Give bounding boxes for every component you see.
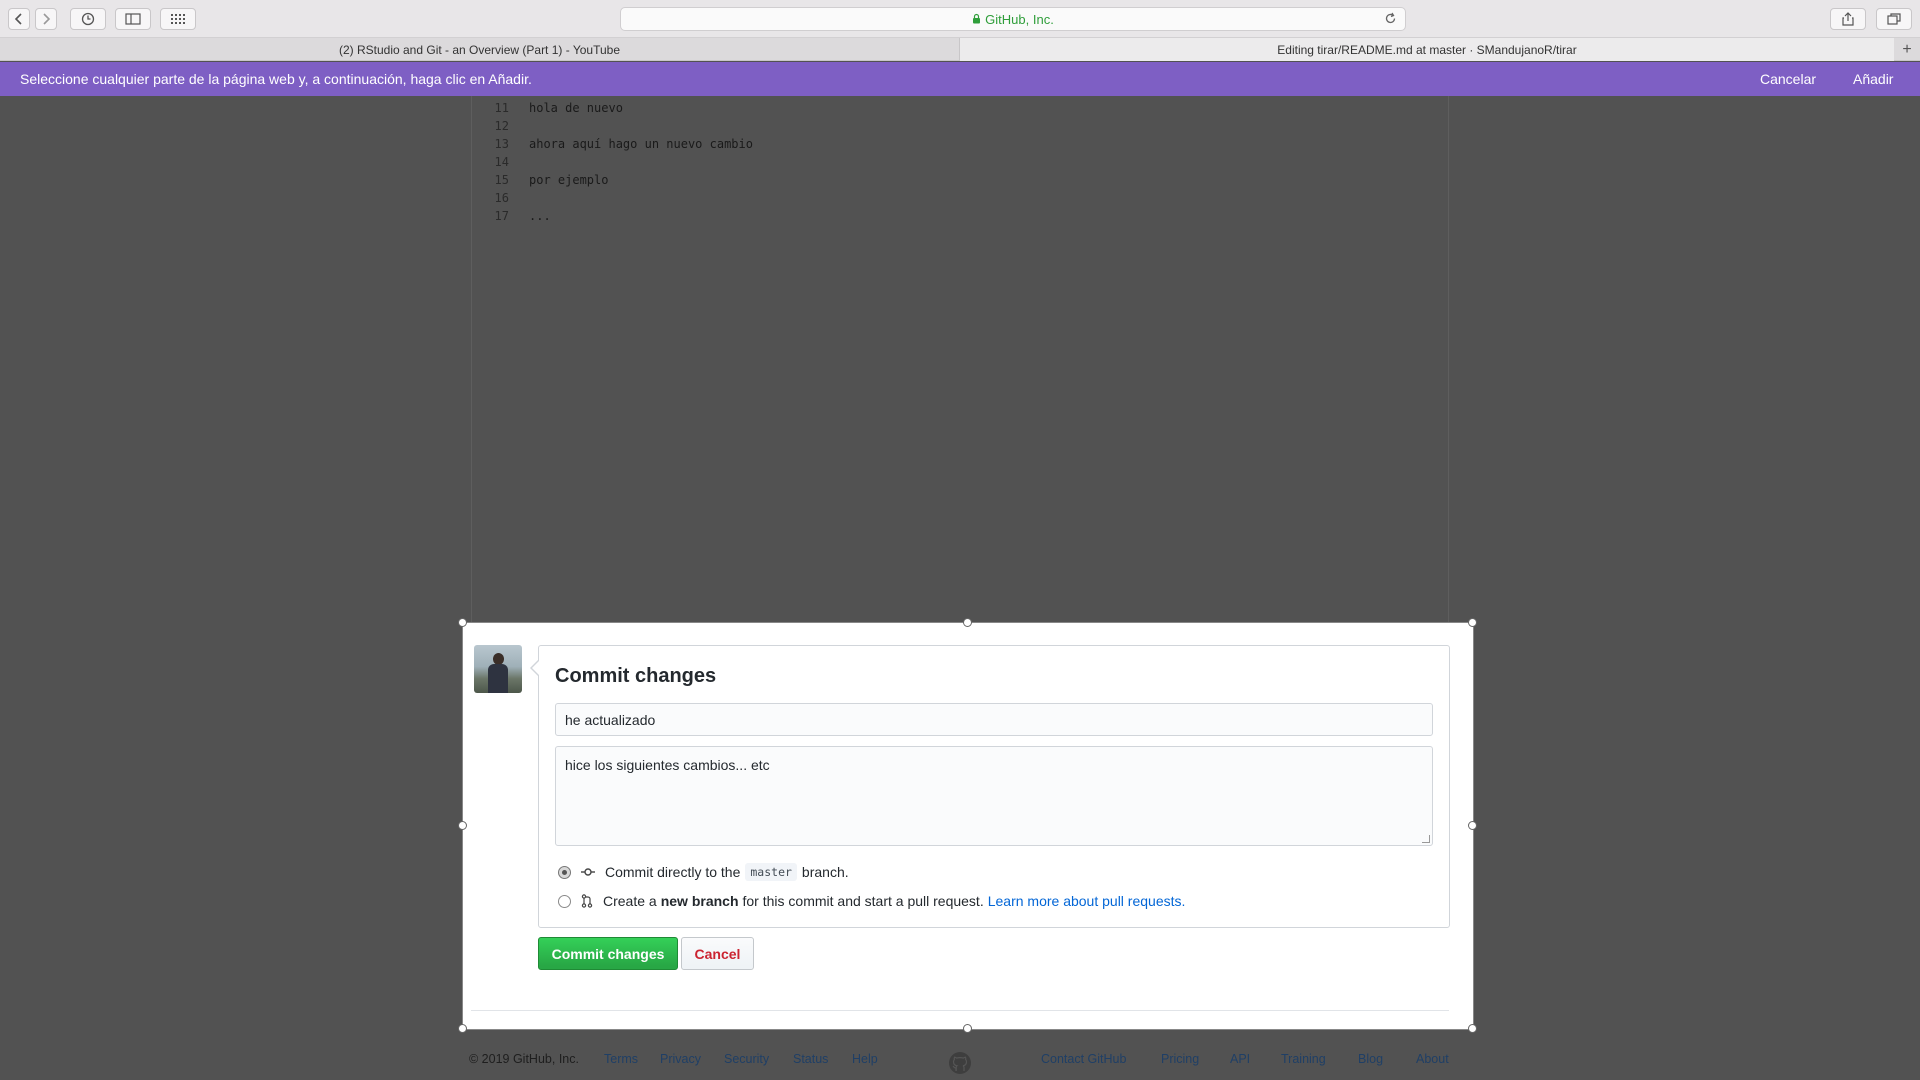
line-text: hola de nuevo [529, 101, 623, 115]
footer-link-api[interactable]: API [1230, 1052, 1250, 1066]
line-text: ... [529, 209, 551, 223]
forward-button[interactable] [35, 8, 57, 30]
line-text: por ejemplo [529, 173, 609, 187]
share-button[interactable] [1830, 8, 1866, 30]
tab-bar: (2) RStudio and Git - an Overview (Part … [0, 38, 1920, 61]
option-new-prefix: Create a [603, 893, 657, 909]
back-button[interactable] [8, 8, 30, 30]
line-number: 16 [494, 191, 509, 205]
git-pull-request-icon [581, 894, 593, 908]
address-text: GitHub, Inc. [985, 11, 1054, 27]
line-number: 15 [494, 173, 509, 187]
file-editor: 11 hola de nuevo 12 13 ahora aquí hago un … [471, 96, 1449, 624]
grid-icon [171, 14, 185, 24]
plus-icon: + [1902, 40, 1912, 58]
reload-icon[interactable] [1384, 12, 1397, 28]
clock-icon [81, 12, 95, 26]
chevron-left-icon [14, 13, 22, 25]
resize-handle[interactable] [458, 821, 467, 830]
sidebar-icon [125, 13, 141, 25]
footer-link-training[interactable]: Training [1281, 1052, 1326, 1066]
line-number: 11 [494, 101, 509, 115]
branch-name-tag: master [745, 863, 797, 881]
textarea-resize-grip[interactable] [1422, 835, 1430, 843]
resize-handle[interactable] [1468, 821, 1477, 830]
history-button[interactable] [70, 8, 106, 30]
chevron-right-icon [43, 13, 51, 25]
line-number: 13 [494, 137, 509, 151]
clip-selection-bar: Seleccione cualquier parte de la página … [0, 62, 1920, 96]
footer-link-blog[interactable]: Blog [1358, 1052, 1383, 1066]
speech-arrow-inner [532, 661, 539, 675]
browser-toolbar: GitHub, Inc. [0, 0, 1920, 38]
commit-summary-input[interactable]: he actualizado [555, 703, 1433, 736]
line-number: 14 [494, 155, 509, 169]
line-text: ahora aquí hago un nuevo cambio [529, 137, 753, 151]
panel-divider [471, 1010, 1449, 1011]
learn-more-pull-requests-link[interactable]: Learn more about pull requests. [988, 893, 1186, 909]
clip-instructions: Seleccione cualquier parte de la página … [20, 71, 532, 87]
option-new-branch[interactable]: Create a new branch for this commit and … [558, 891, 1185, 911]
footer-link-security[interactable]: Security [724, 1052, 769, 1066]
footer-copyright: © 2019 GitHub, Inc. [469, 1052, 579, 1066]
resize-handle[interactable] [458, 618, 467, 627]
commit-description-value: hice los siguientes cambios... etc [565, 757, 770, 773]
new-tab-button[interactable]: + [1894, 38, 1920, 61]
cancel-button[interactable]: Cancel [681, 937, 754, 970]
radio-new-branch[interactable] [558, 894, 571, 908]
sidebar-button[interactable] [115, 8, 151, 30]
github-logo-icon[interactable] [948, 1051, 972, 1075]
address-bar[interactable]: GitHub, Inc. [620, 7, 1406, 31]
footer-link-pricing[interactable]: Pricing [1161, 1052, 1199, 1066]
footer-link-help[interactable]: Help [852, 1052, 878, 1066]
tab-overview-button[interactable] [1876, 8, 1912, 30]
git-commit-icon [581, 867, 595, 877]
commit-changes-button[interactable]: Commit changes [538, 937, 678, 970]
clip-add-button[interactable]: Añadir [1853, 71, 1893, 87]
lock-icon [972, 12, 981, 27]
tab-label: Editing tirar/README.md at master · SMan… [1277, 42, 1577, 57]
clip-cancel-button[interactable]: Cancelar [1760, 71, 1816, 87]
footer-link-status[interactable]: Status [793, 1052, 828, 1066]
avatar[interactable] [474, 645, 522, 693]
tab-youtube[interactable]: (2) RStudio and Git - an Overview (Part … [0, 38, 960, 61]
option-new-bold: new branch [660, 893, 739, 909]
footer-link-privacy[interactable]: Privacy [660, 1052, 701, 1066]
commit-summary-value: he actualizado [565, 711, 656, 728]
option-new-suffix: for this commit and start a pull request… [742, 893, 984, 909]
resize-handle[interactable] [963, 618, 972, 627]
share-icon [1842, 12, 1854, 26]
top-sites-button[interactable] [160, 8, 196, 30]
line-number: 17 [494, 209, 509, 223]
footer-link-contact[interactable]: Contact GitHub [1041, 1052, 1126, 1066]
option-direct-prefix: Commit directly to the [605, 864, 741, 880]
line-number: 12 [494, 119, 509, 133]
option-commit-direct[interactable]: Commit directly to the master branch. [558, 862, 849, 882]
radio-commit-direct[interactable] [558, 865, 571, 879]
avatar-figure-body [488, 664, 508, 693]
footer-link-terms[interactable]: Terms [604, 1052, 638, 1066]
tabs-icon [1887, 13, 1901, 25]
option-direct-suffix: branch. [801, 864, 849, 880]
footer-link-about[interactable]: About [1416, 1052, 1449, 1066]
tab-github-editing[interactable]: Editing tirar/README.md at master · SMan… [960, 38, 1894, 61]
resize-handle[interactable] [1468, 618, 1477, 627]
tab-label: (2) RStudio and Git - an Overview (Part … [338, 42, 620, 57]
commit-title: Commit changes [555, 665, 717, 687]
commit-description-textarea[interactable]: hice los siguientes cambios... etc [555, 746, 1433, 846]
